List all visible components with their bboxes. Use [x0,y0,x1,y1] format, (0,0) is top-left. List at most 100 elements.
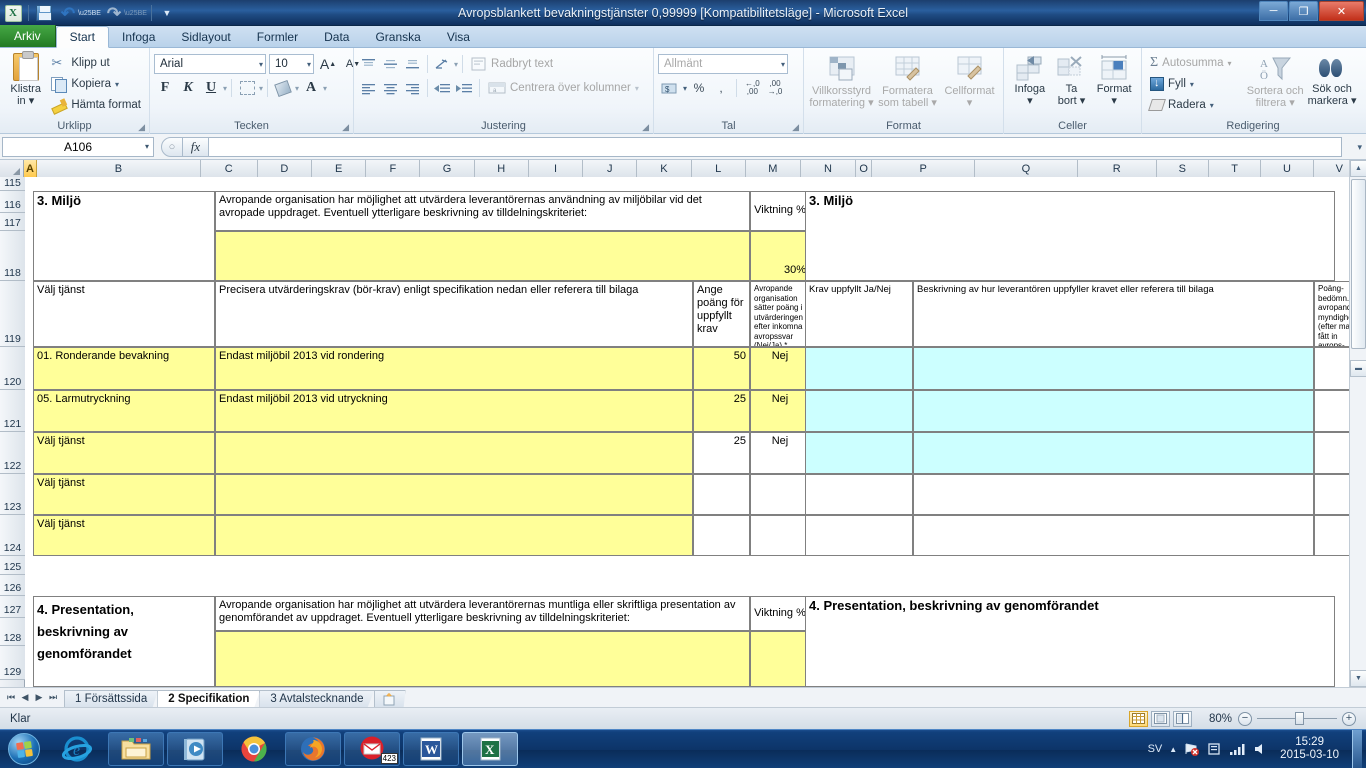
zoom-thumb[interactable] [1295,712,1304,725]
table-row-4-points[interactable] [693,474,750,515]
align-top-button[interactable] [358,54,379,74]
underline-button[interactable]: U [200,78,222,98]
tab-start[interactable]: Start [55,26,110,48]
row-header-118[interactable]: 118 [0,231,25,281]
row-header-116[interactable]: 116 [0,191,25,213]
tab-arkiv[interactable]: Arkiv [0,25,56,47]
clear-button[interactable]: Radera ▾ [1146,95,1246,115]
cell-section4-title[interactable]: 4. Presentation, beskrivning av genomför… [33,596,215,687]
decrease-decimal-button[interactable]: ←,0,00 [742,78,763,98]
cell-section4-description[interactable]: Avropande organisation har möjlighet att… [215,596,750,631]
cell-section4-description-input[interactable] [215,631,750,687]
row-header-125[interactable]: 125 [0,556,25,575]
align-right-button[interactable] [402,78,423,98]
column-header-S[interactable]: S [1156,160,1209,177]
language-indicator[interactable]: SV [1148,743,1163,755]
table-row-4-answer[interactable] [750,474,810,515]
format-as-table-button[interactable]: Formatera som tabell ▾ [876,53,940,109]
table-row-3-service[interactable]: Välj tjänst [33,432,215,474]
decrease-indent-button[interactable] [432,78,453,98]
column-header-T[interactable]: T [1208,160,1262,177]
wrap-text-button[interactable]: Radbryt text [467,54,557,74]
row-header-120[interactable]: 120 [0,347,25,390]
right-table-row-5-description[interactable] [913,515,1314,556]
show-desktop-button[interactable] [1352,729,1362,768]
tab-sidlayout[interactable]: Sidlayout [168,26,243,47]
redo-dropdown-icon[interactable]: \u25BE [124,10,147,17]
orientation-button[interactable] [432,54,453,74]
row-header-128[interactable]: 128 [0,618,25,646]
split-handle[interactable]: ▬ [1350,360,1366,377]
row-header-123[interactable]: 123 [0,474,25,515]
cell-section3-points-header[interactable]: Ange poäng för uppfyllt krav [693,281,750,347]
number-dialog-launcher[interactable]: ◢ [792,120,799,134]
table-row-5-service[interactable]: Välj tjänst [33,515,215,556]
right-table-row-1-answer[interactable] [805,347,913,390]
row-header-126[interactable]: 126 [0,575,25,596]
excel-app-icon[interactable]: X [2,3,24,24]
column-header-D[interactable]: D [257,160,312,177]
zoom-track[interactable] [1257,712,1337,725]
format-cells-button[interactable]: Format ▾ [1092,53,1136,107]
cell-section3-criteria-header[interactable]: Precisera utvärderingskrav (bör-krav) en… [215,281,693,347]
insert-cells-button[interactable]: Infoga ▾ [1009,53,1051,107]
cell-section3-description[interactable]: Avropande organisation har möjlighet att… [215,191,750,231]
vertical-scroll-thumb[interactable] [1351,179,1366,349]
table-row-5-points[interactable] [693,515,750,556]
cell-section3-note-header[interactable]: Avropande organisation sätter poäng i ut… [750,281,810,347]
cut-button[interactable]: Klipp ut [47,53,145,73]
right-table-row-4-answer[interactable] [805,474,913,515]
column-header-E[interactable]: E [312,160,367,177]
fill-color-button[interactable] [272,78,294,98]
cell-section3-weight-value[interactable]: 30% [750,231,810,281]
table-row-5-answer[interactable] [750,515,810,556]
signal-icon[interactable] [1229,742,1246,756]
next-sheet-button[interactable]: ▶ [32,690,46,706]
taskbar-mail-client[interactable]: 423 [344,732,400,766]
align-bottom-button[interactable] [402,54,423,74]
undo-button[interactable]: ↶ [57,3,79,24]
font-size-combo[interactable]: 10 ▾ [269,54,314,74]
normal-view-button[interactable] [1129,710,1148,727]
number-format-combo[interactable]: Allmänt ▾ [658,54,788,74]
column-header-G[interactable]: G [420,160,475,177]
formula-input[interactable] [209,136,1342,157]
cell-section4-weight-value[interactable] [750,631,810,687]
last-sheet-button[interactable]: ⏭ [46,690,60,706]
taskbar-microsoft-excel[interactable]: X [462,732,518,766]
table-row-2-points[interactable]: 25 [693,390,750,432]
taskbar-windows-explorer[interactable] [108,732,164,766]
table-row-4-service[interactable]: Välj tjänst [33,474,215,515]
cell-section3-description-input[interactable] [215,231,750,281]
table-row-2-answer[interactable]: Nej [750,390,810,432]
start-button[interactable] [2,731,46,767]
fill-button[interactable]: Fyll ▾ [1146,74,1246,94]
show-hidden-icons-button[interactable]: ▲ [1169,745,1177,754]
accounting-format-button[interactable]: $ [658,78,681,98]
expand-formula-bar-button[interactable]: ○ [161,136,183,157]
cell-section3-service-header[interactable]: Välj tjänst [33,281,215,347]
font-dialog-launcher[interactable]: ◢ [342,120,349,134]
tab-infoga[interactable]: Infoga [109,26,168,47]
table-row-1-answer[interactable]: Nej [750,347,810,390]
right-table-row-2-description[interactable] [913,390,1314,432]
column-header-F[interactable]: F [366,160,421,177]
column-header-B[interactable]: B [37,160,201,177]
zoom-in-button[interactable]: + [1342,711,1356,726]
prev-sheet-button[interactable]: ◀ [18,690,32,706]
row-header-115[interactable]: 115 [0,177,25,191]
table-row-3-answer[interactable]: Nej [750,432,810,474]
find-select-button[interactable]: Sök och markera ▾ [1304,53,1360,107]
vertical-scrollbar[interactable]: ▲ ▬ ▼ [1349,160,1366,687]
table-row-4-criteria[interactable] [215,474,693,515]
cell-section3-weight-header[interactable]: Viktning % [750,191,810,231]
right-table-row-4-description[interactable] [913,474,1314,515]
select-all-corner[interactable] [0,160,24,177]
insert-function-button[interactable]: fx [183,136,209,157]
column-header-K[interactable]: K [637,160,692,177]
taskbar-microsoft-word[interactable]: W [403,732,459,766]
network-icon[interactable] [1184,742,1200,756]
table-row-1-service[interactable]: 01. Ronderande bevakning [33,347,215,390]
table-row-2-service[interactable]: 05. Larmutryckning [33,390,215,432]
row-header-122[interactable]: 122 [0,432,25,474]
